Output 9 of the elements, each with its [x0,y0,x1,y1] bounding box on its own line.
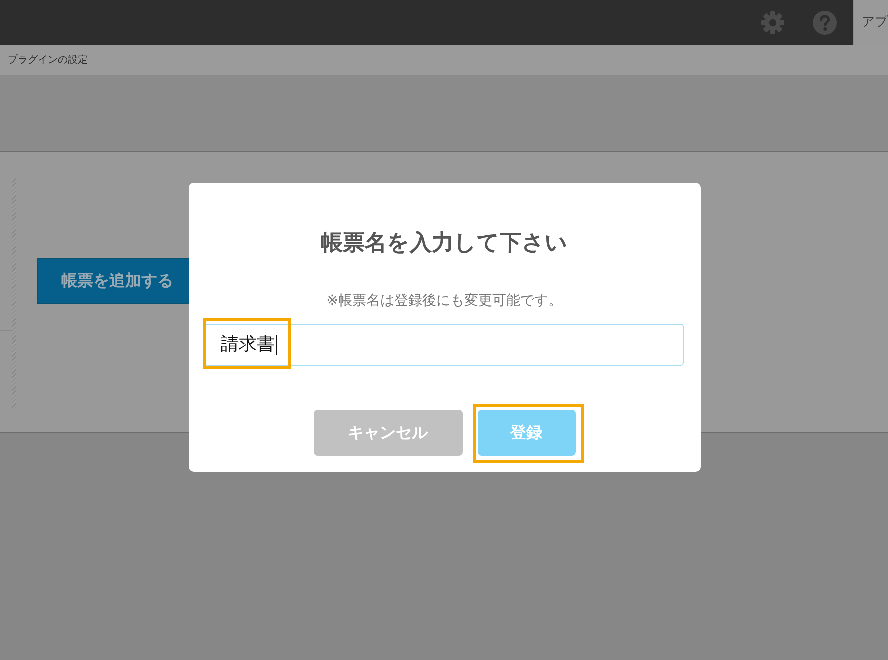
register-button[interactable]: 登録 [478,410,576,456]
dialog-note: ※帳票名は登録後にも変更可能です。 [326,292,562,311]
cancel-button[interactable]: キャンセル [314,410,462,456]
add-form-button[interactable]: 帳票を追加する [37,258,189,304]
dialog-title: 帳票名を入力して下さい [321,230,568,258]
breadcrumb-text: プラグインの設定 [8,54,88,67]
help-icon[interactable] [813,10,837,34]
settings-icon[interactable] [761,10,785,34]
app-tab[interactable]: アプ [853,0,888,45]
